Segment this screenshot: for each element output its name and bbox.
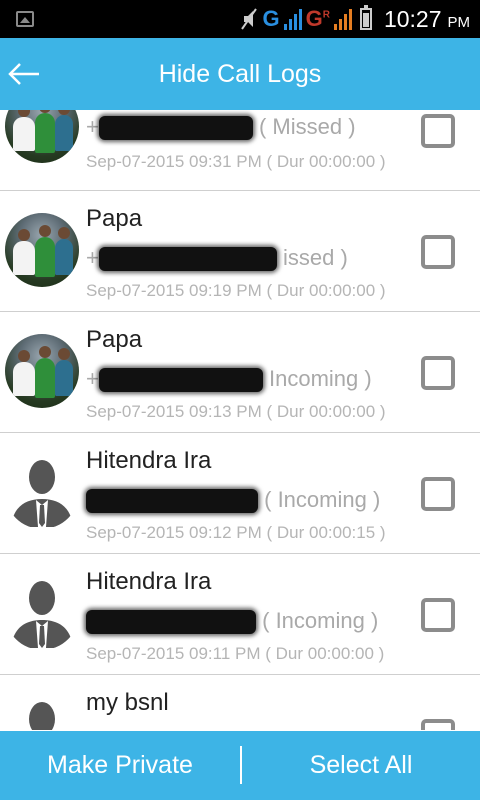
status-clock: 10:27 xyxy=(383,5,442,32)
call-type: ( Missed ) xyxy=(258,114,356,139)
network-type-1: G xyxy=(262,6,280,31)
contact-avatar xyxy=(5,334,79,408)
select-checkbox[interactable] xyxy=(421,477,455,511)
contact-name: Hitendra Ira xyxy=(86,568,212,595)
call-number-line: ( Incoming ) xyxy=(86,487,381,514)
call-timestamp: Sep-07-2015 09:12 PM ( Dur 00:00:15 ) xyxy=(86,523,386,542)
status-clock-ampm: PM xyxy=(447,13,471,31)
contact-name: Papa xyxy=(86,326,143,353)
call-number-line: + Incoming ) xyxy=(86,366,372,393)
select-checkbox[interactable] xyxy=(421,356,455,390)
toolbar: Hide Call Logs xyxy=(0,38,480,110)
redacted-number xyxy=(98,116,253,141)
signal-icon-2 xyxy=(333,8,352,30)
call-log-row[interactable]: my bsnl xyxy=(0,675,480,730)
call-type: ( Incoming ) xyxy=(262,608,379,633)
contact-avatar xyxy=(5,213,79,287)
status-icons: G GR 10:27 PM xyxy=(240,4,470,34)
contact-name: my bsnl xyxy=(86,689,169,716)
number-prefix: + xyxy=(86,366,99,391)
default-contact-icon xyxy=(11,460,73,527)
redacted-number xyxy=(98,368,263,393)
call-log-row[interactable]: + ( Missed ) Sep-07-2015 09:31 PM ( Dur … xyxy=(0,110,480,191)
contact-name: Hitendra Ira xyxy=(86,447,212,474)
select-all-button[interactable]: Select All xyxy=(242,731,480,800)
call-type: ( Incoming ) xyxy=(264,487,381,512)
call-timestamp: Sep-07-2015 09:19 PM ( Dur 00:00:00 ) xyxy=(86,281,386,300)
default-contact-icon xyxy=(11,581,73,648)
select-checkbox[interactable] xyxy=(421,235,455,269)
battery-icon xyxy=(359,5,372,30)
redacted-number xyxy=(98,247,277,272)
number-prefix: + xyxy=(86,114,99,139)
call-timestamp: Sep-07-2015 09:11 PM ( Dur 00:00:00 ) xyxy=(86,644,385,663)
contact-name: Papa xyxy=(86,205,143,232)
call-log-row[interactable]: Papa + issed ) Sep-07-2015 09:19 PM ( Du… xyxy=(0,191,480,312)
network-type-2-letter: G xyxy=(305,6,323,31)
redacted-number xyxy=(86,610,256,635)
default-contact-icon xyxy=(29,702,55,730)
select-checkbox[interactable] xyxy=(421,114,455,148)
mute-icon xyxy=(241,8,258,30)
network-type-2: GR xyxy=(306,8,330,30)
bottom-action-bar: Make Private Select All xyxy=(0,731,480,800)
select-checkbox[interactable] xyxy=(421,598,455,632)
call-type: issed ) xyxy=(282,245,348,270)
call-timestamp: Sep-07-2015 09:31 PM ( Dur 00:00:00 ) xyxy=(86,152,386,171)
call-log-list[interactable]: + ( Missed ) Sep-07-2015 09:31 PM ( Dur … xyxy=(0,110,480,730)
call-timestamp: Sep-07-2015 09:13 PM ( Dur 00:00:00 ) xyxy=(86,402,386,421)
page-title: Hide Call Logs xyxy=(158,60,322,88)
roaming-indicator: R xyxy=(322,9,330,21)
make-private-button[interactable]: Make Private xyxy=(0,731,240,800)
redacted-number xyxy=(86,489,258,514)
image-icon xyxy=(16,11,34,27)
call-log-row[interactable]: Papa + Incoming ) Sep-07-2015 09:13 PM (… xyxy=(0,312,480,433)
call-number-line: + ( Missed ) xyxy=(86,114,356,141)
contact-avatar xyxy=(5,110,79,163)
call-log-row[interactable]: Hitendra Ira ( Incoming ) Sep-07-2015 09… xyxy=(0,433,480,554)
call-number-line: + issed ) xyxy=(86,245,348,272)
signal-icon xyxy=(283,8,302,30)
number-prefix: + xyxy=(86,245,99,270)
call-log-row[interactable]: Hitendra Ira ( Incoming ) Sep-07-2015 09… xyxy=(0,554,480,675)
call-number-line: ( Incoming ) xyxy=(86,608,379,635)
call-type: Incoming ) xyxy=(268,366,372,391)
select-checkbox[interactable] xyxy=(421,719,455,730)
status-bar: G GR 10:27 PM xyxy=(0,0,480,38)
